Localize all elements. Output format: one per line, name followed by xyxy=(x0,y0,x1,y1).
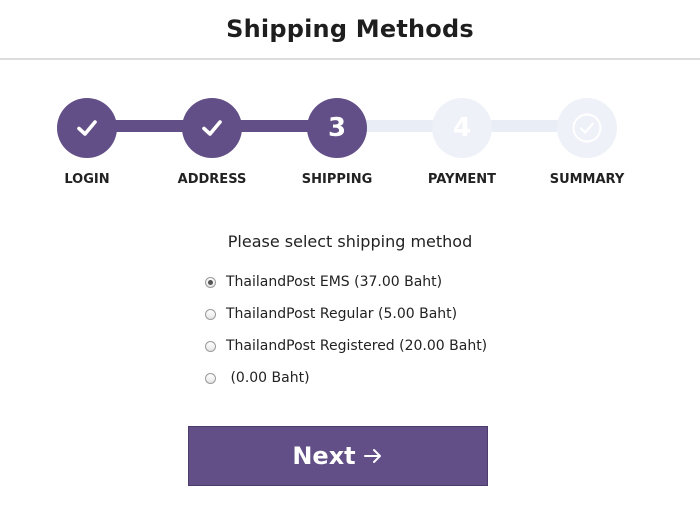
shipping-option-label: (0.00 Baht) xyxy=(226,370,310,386)
shipping-option-free[interactable]: (0.00 Baht) xyxy=(205,370,310,386)
shipping-option-label: ThailandPost Regular (5.00 Baht) xyxy=(226,306,458,322)
check-icon xyxy=(77,120,97,136)
shipping-option-regular[interactable]: ThailandPost Regular (5.00 Baht) xyxy=(205,306,457,322)
step-address xyxy=(182,98,242,158)
check-icon xyxy=(202,120,222,136)
step-label-shipping: SHIPPING xyxy=(301,172,373,187)
shipping-option-label: ThailandPost EMS (37.00 Baht) xyxy=(226,274,443,290)
step-number: 3 xyxy=(327,113,347,143)
step-login xyxy=(57,98,117,158)
step-summary xyxy=(557,98,617,158)
page-header: Shipping Methods xyxy=(0,0,700,60)
page-title: Shipping Methods xyxy=(226,15,474,43)
step-label-login: LOGIN xyxy=(64,172,110,187)
step-shipping: 3 xyxy=(307,98,367,158)
check-circle-icon xyxy=(572,113,602,143)
shipping-option-label: ThailandPost Registered (20.00 Baht) xyxy=(226,338,488,354)
radio-free[interactable] xyxy=(205,372,216,384)
shipping-option-ems[interactable]: ThailandPost EMS (37.00 Baht) xyxy=(205,274,442,290)
step-label-summary: SUMMARY xyxy=(549,172,625,187)
shipping-option-registered[interactable]: ThailandPost Registered (20.00 Baht) xyxy=(205,338,487,354)
radio-regular[interactable] xyxy=(205,308,216,320)
next-button[interactable]: Next xyxy=(188,426,488,486)
radio-registered[interactable] xyxy=(205,340,216,352)
checkout-stepper: LOGIN ADDRESS 3 SHIPPING 4 PAYMENT SUMMA… xyxy=(0,90,700,200)
step-payment: 4 xyxy=(432,98,492,158)
radio-ems[interactable] xyxy=(205,276,216,288)
next-button-label: Next xyxy=(292,442,356,470)
step-label-payment: PAYMENT xyxy=(427,172,497,187)
shipping-prompt: Please select shipping method xyxy=(227,232,473,251)
arrow-right-icon xyxy=(363,449,381,463)
step-label-address: ADDRESS xyxy=(177,172,247,187)
step-number: 4 xyxy=(452,113,472,143)
